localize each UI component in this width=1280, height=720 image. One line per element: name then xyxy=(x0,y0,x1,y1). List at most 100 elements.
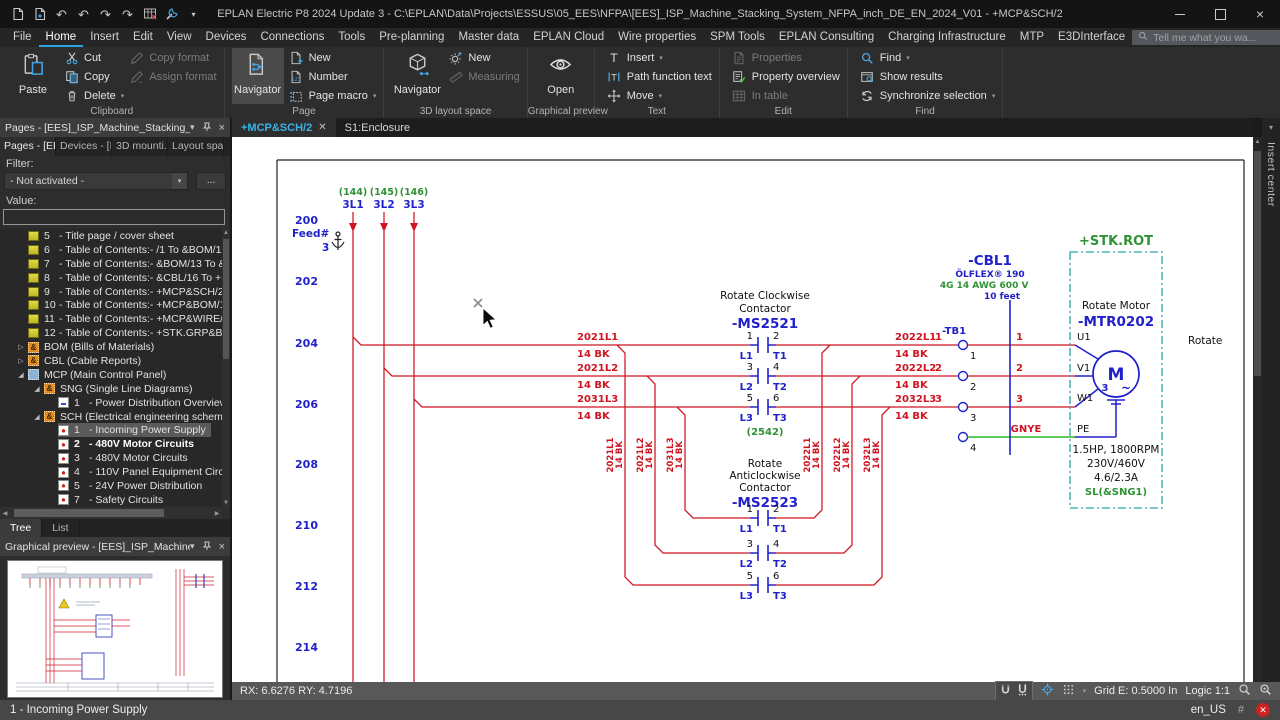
tree-item-5-24v-power-distribution[interactable]: 5- 24V Power Distribution xyxy=(0,479,222,493)
tab-devices[interactable]: Devices - [E... xyxy=(56,137,112,156)
close-tab-icon[interactable]: ✕ xyxy=(318,122,326,133)
menu-tab-home[interactable]: Home xyxy=(39,28,84,47)
close-project-icon[interactable] xyxy=(142,7,157,22)
chevron-down-icon[interactable]: ▾ xyxy=(1083,687,1087,695)
menu-tab-view[interactable]: View xyxy=(160,28,199,47)
customize-qat-icon[interactable]: ▾ xyxy=(186,7,201,22)
doc-tab-s1-enclosure[interactable]: S1:Enclosure xyxy=(336,118,419,137)
maximize-button[interactable] xyxy=(1200,0,1240,28)
tree-item-6-table-of-contents-1-to-bom-12[interactable]: 6- Table of Contents:- /1 To &BOM/12 xyxy=(0,243,222,257)
tree-item-9-table-of-contents-mcp-sch-21-to[interactable]: 9- Table of Contents:- +MCP&SCH/21 To - xyxy=(0,285,222,299)
menu-tab-insert[interactable]: Insert xyxy=(83,28,126,47)
grid-display-icon[interactable] xyxy=(1062,683,1075,699)
object-snap-icon[interactable] xyxy=(1016,683,1029,699)
zoom-out-icon[interactable] xyxy=(1238,683,1251,699)
value-input[interactable] xyxy=(3,209,225,225)
contactor-ms2523[interactable]: Rotate Anticlockwise Contactor -MS2523 1… xyxy=(729,458,800,602)
ribbon-button-path-function-text[interactable]: TPath function text xyxy=(607,67,712,86)
ribbon-button-synchronize-selection[interactable]: Synchronize selection▾ xyxy=(860,86,996,105)
minimize-button[interactable] xyxy=(1160,0,1200,28)
redo-history-icon[interactable]: ↷ xyxy=(120,7,135,22)
tree-horizontal-scrollbar[interactable]: ◀ ▶ xyxy=(0,507,222,519)
ribbon-button-measuring[interactable]: Measuring xyxy=(448,67,519,86)
chevron-down-icon[interactable]: ▾ xyxy=(172,173,187,189)
panel-menu-icon[interactable]: ▾ xyxy=(190,541,195,552)
snap-magnet-icon[interactable] xyxy=(999,683,1012,699)
scrollbar-thumb[interactable] xyxy=(223,239,229,359)
scroll-up-icon[interactable]: ▲ xyxy=(1253,139,1262,145)
tree-item-12-table-of-contents-stk-grp-bom-2[interactable]: 12- Table of Contents:- +STK.GRP&BOM/2 xyxy=(0,326,222,340)
ribbon-button-show-results[interactable]: Show results xyxy=(860,67,996,86)
tree-item-4-110v-panel-equipment-circuits[interactable]: 4- 110V Panel Equipment Circuits xyxy=(0,465,222,479)
canvas-vertical-scrollbar[interactable]: ▲ xyxy=(1253,137,1262,682)
error-indicator-icon[interactable]: ✕ xyxy=(1256,703,1270,717)
doc-tab-mcp-sch2[interactable]: +MCP&SCH/2✕ xyxy=(232,118,336,137)
menu-tab-pre-planning[interactable]: Pre-planning xyxy=(372,28,451,47)
tree-item-mcp-main-control-panel[interactable]: ◢MCP (Main Control Panel) xyxy=(0,368,222,382)
feed-arrows[interactable]: (144) (145) (146) 3L1 3L2 3L3 xyxy=(339,187,429,232)
ribbon-button-delete[interactable]: Delete▾ xyxy=(64,86,124,105)
crosshair-icon[interactable] xyxy=(1041,683,1054,699)
tree-item-10-table-of-contents-mcp-bom-11-t[interactable]: 10- Table of Contents:- +MCP&BOM/11 T xyxy=(0,298,222,312)
schematic-editor[interactable]: 200 202 204 206 208 210 212 214 Feed# 3 … xyxy=(232,137,1253,682)
motor-mtr0202[interactable]: +STK.ROT Rotate Motor -MTR0202 U1 V1 W1 … xyxy=(1070,234,1222,508)
tab-layout-space[interactable]: Layout spa... xyxy=(168,137,224,156)
tree-item-cbl-cable-reports[interactable]: ▷CBL (Cable Reports) xyxy=(0,354,222,368)
pin-icon[interactable] xyxy=(202,541,212,553)
ribbon-button-copy-format[interactable]: Copy format xyxy=(129,48,216,67)
ribbon-button-property-overview[interactable]: Property overview xyxy=(732,67,840,86)
tree-item-8-table-of-contents-cbl-16-to-mcp[interactable]: 8- Table of Contents:- &CBL/16 To +MCP& xyxy=(0,271,222,285)
ribbon-button-page-macro[interactable]: Page macro▾ xyxy=(289,86,377,105)
menu-tab-connections[interactable]: Connections xyxy=(253,28,331,47)
filter-browse-button[interactable]: ... xyxy=(196,172,226,190)
ribbon-button-paste[interactable]: Paste xyxy=(7,48,59,104)
close-icon[interactable]: × xyxy=(219,122,225,134)
ribbon-button-copy[interactable]: Copy xyxy=(64,67,124,86)
tab-list[interactable]: List xyxy=(42,519,79,537)
scroll-up-icon[interactable]: ▲ xyxy=(222,230,230,236)
tree-item-3-480v-motor-circuits[interactable]: 3- 480V Motor Circuits xyxy=(0,451,222,465)
filter-combobox[interactable]: - Not activated - ▾ xyxy=(4,172,188,190)
ribbon-button-navigator[interactable]: Navigator xyxy=(232,48,284,104)
ribbon-button-cut[interactable]: Cut xyxy=(64,48,124,67)
menu-tab-mtp[interactable]: MTP xyxy=(1013,28,1051,47)
tellme-search[interactable]: Tell me what you wa... xyxy=(1132,30,1280,45)
tree-item-1-power-distribution-overview[interactable]: 1- Power Distribution Overview xyxy=(0,396,222,410)
new-page-icon[interactable] xyxy=(10,7,25,22)
anchor-symbol[interactable] xyxy=(332,232,344,250)
scroll-left-icon[interactable]: ◀ xyxy=(0,510,10,517)
ribbon-button-assign-format[interactable]: Assign format xyxy=(129,67,216,86)
menu-tab-wire-properties[interactable]: Wire properties xyxy=(611,28,703,47)
tab-tree[interactable]: Tree xyxy=(0,519,42,537)
tree-vertical-scrollbar[interactable]: ▲ ▼ xyxy=(222,229,230,507)
new-project-icon[interactable] xyxy=(32,7,47,22)
insert-center-panel-tab[interactable]: ▾ Insert center xyxy=(1262,118,1280,682)
redo-icon[interactable]: ↷ xyxy=(98,7,113,22)
ribbon-button-find[interactable]: Find▾ xyxy=(860,48,996,67)
tree-expand-icon[interactable]: ◢ xyxy=(14,371,28,379)
ribbon-button-in-table[interactable]: In table xyxy=(732,86,840,105)
ribbon-button-move[interactable]: Move▾ xyxy=(607,86,712,105)
menu-tab-eplan-cloud[interactable]: EPLAN Cloud xyxy=(526,28,611,47)
close-icon[interactable]: × xyxy=(219,541,225,553)
undo-history-icon[interactable]: ↶ xyxy=(54,7,69,22)
ribbon-button-new[interactable]: New xyxy=(289,48,377,67)
ribbon-button-navigator[interactable]: Navigator xyxy=(391,48,443,104)
pin-icon[interactable] xyxy=(202,122,212,134)
menu-tab-spm-tools[interactable]: SPM Tools xyxy=(703,28,772,47)
undo-icon[interactable]: ↶ xyxy=(76,7,91,22)
ribbon-button-new[interactable]: New xyxy=(448,48,519,67)
tab-3d-mounting[interactable]: 3D mounti... xyxy=(112,137,168,156)
keyboard-language[interactable]: en_US xyxy=(1191,704,1226,716)
tree-coland-icon[interactable]: ▷ xyxy=(14,357,28,365)
tree-expand-icon[interactable]: ◢ xyxy=(30,413,44,421)
menu-tab-file[interactable]: File xyxy=(6,28,39,47)
ribbon-button-insert[interactable]: TInsert▾ xyxy=(607,48,712,67)
menu-tab-eplan-consulting[interactable]: EPLAN Consulting xyxy=(772,28,881,47)
panel-menu-icon[interactable]: ▾ xyxy=(190,122,195,133)
tree-item-1-incoming-power-supply[interactable]: 1- Incoming Power Supply xyxy=(0,423,222,437)
zoom-in-icon[interactable] xyxy=(1259,683,1272,699)
ribbon-button-open[interactable]: Open xyxy=(535,48,587,104)
ribbon-button-properties[interactable]: Properties xyxy=(732,48,840,67)
scrollbar-thumb[interactable] xyxy=(1254,151,1261,376)
